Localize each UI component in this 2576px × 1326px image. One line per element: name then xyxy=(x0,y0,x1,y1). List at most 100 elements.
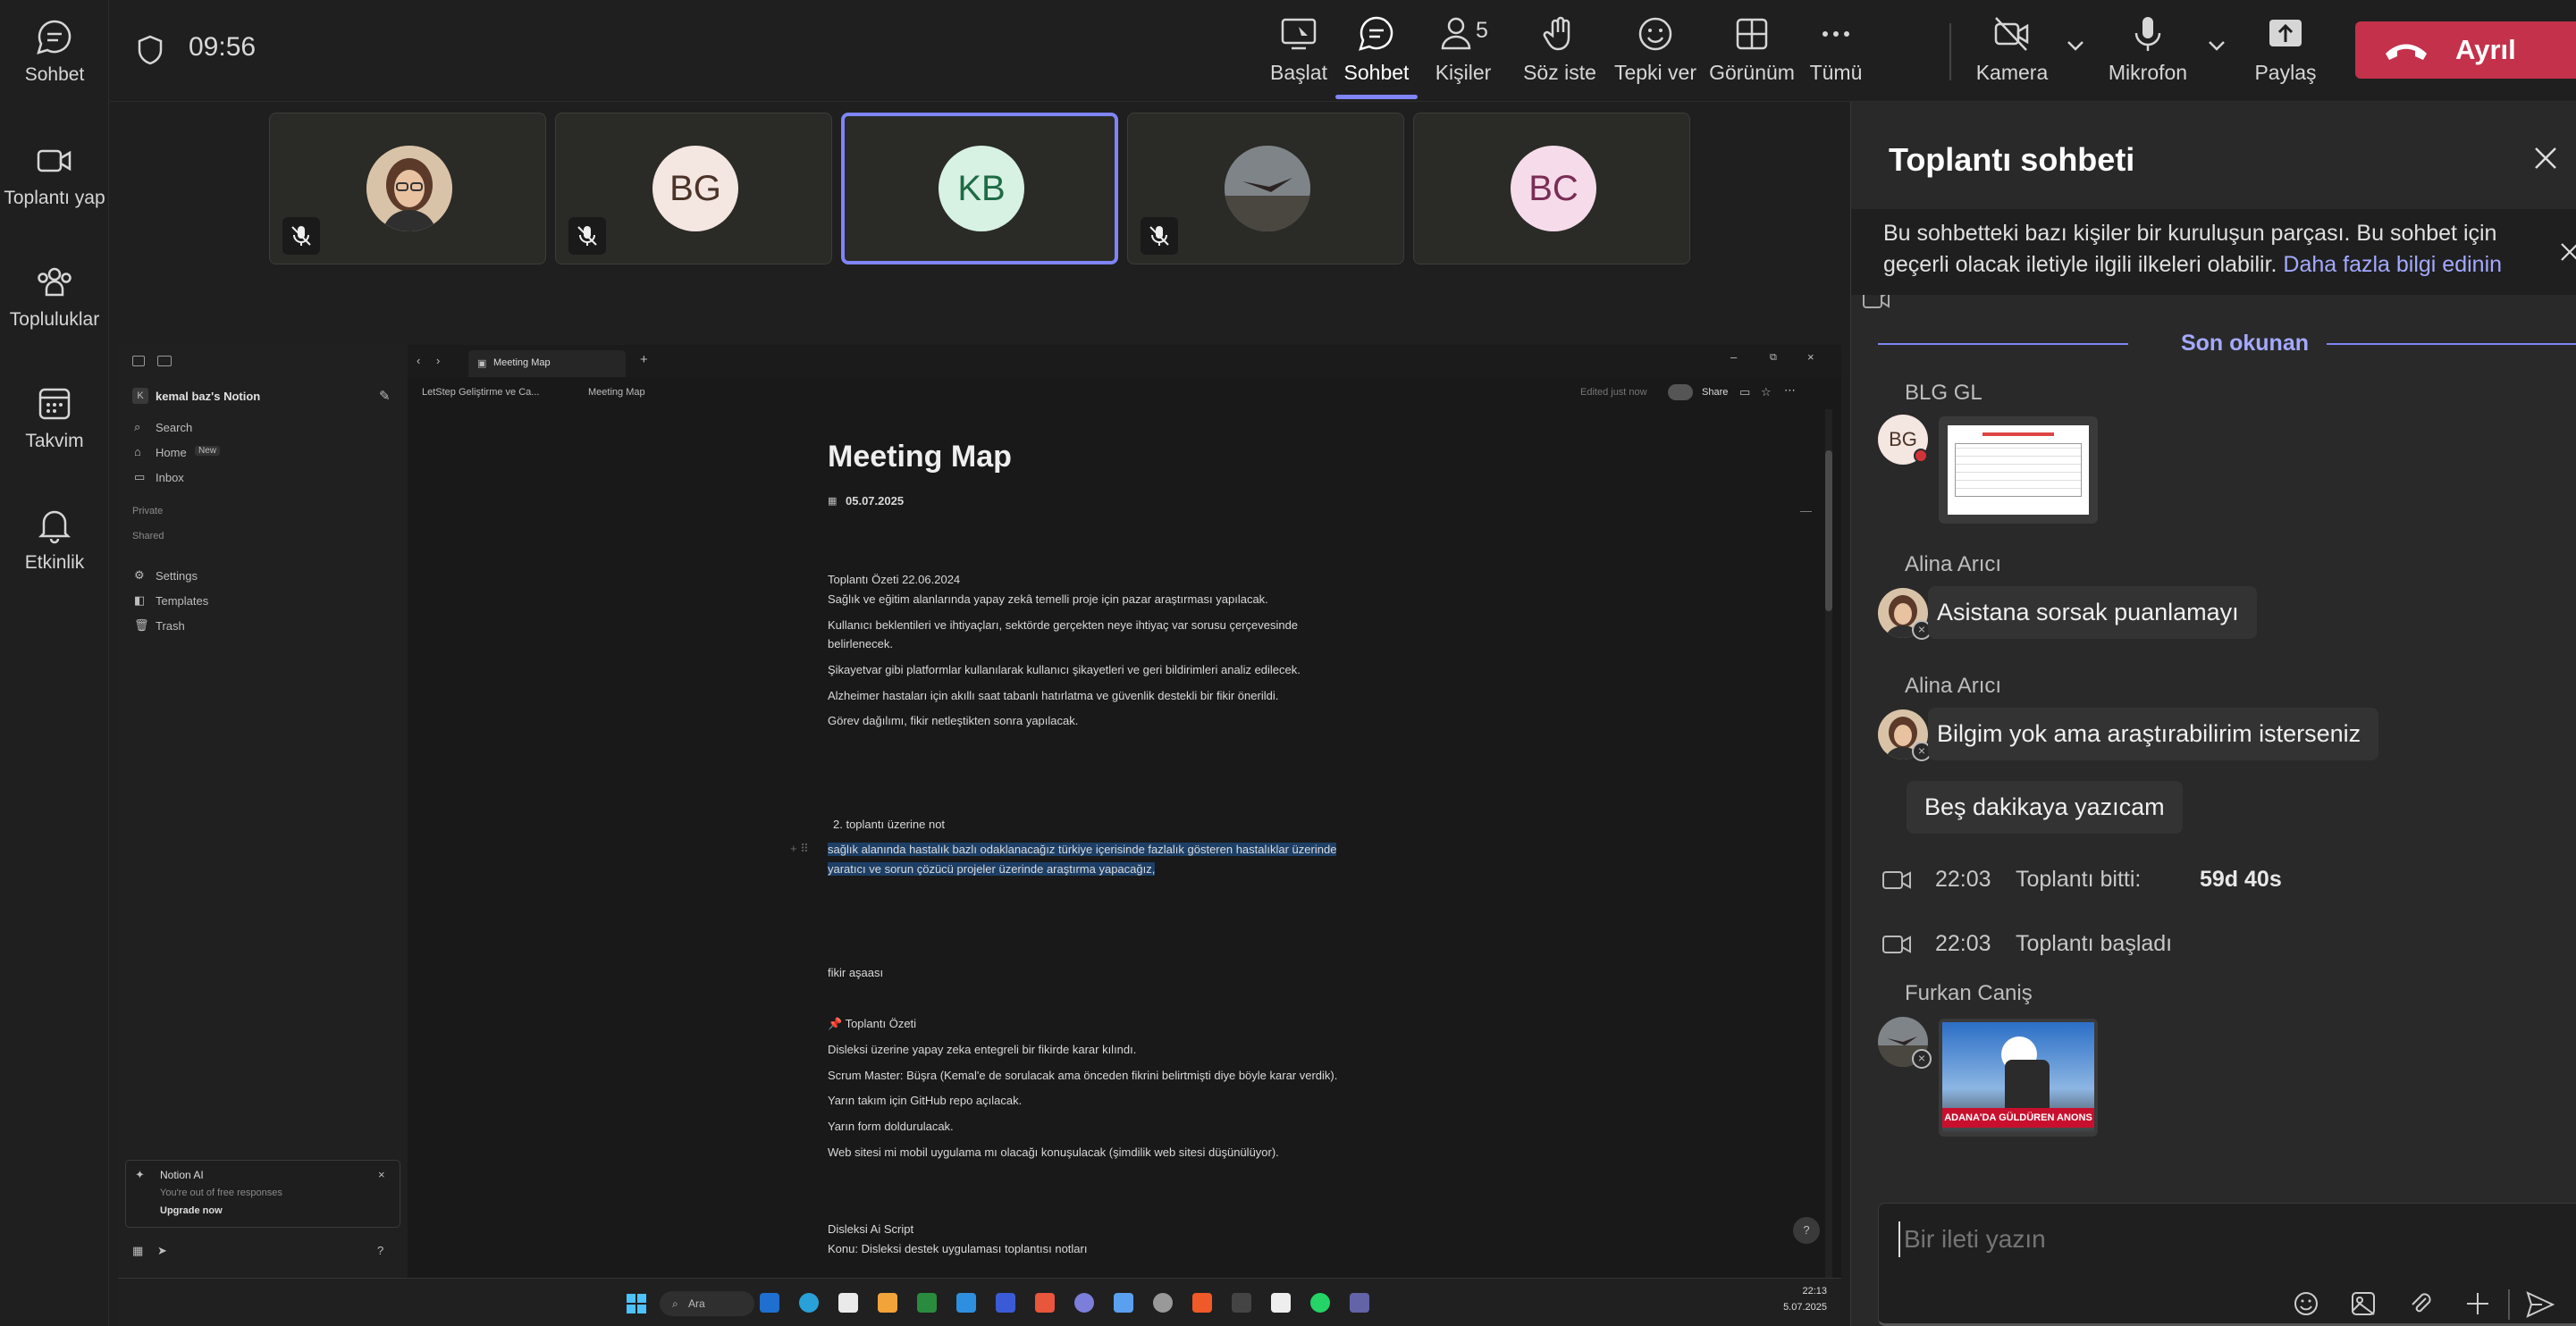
message-bubble[interactable]: Beş dakikaya yazıcam xyxy=(1907,781,2183,834)
participant-tile[interactable] xyxy=(269,113,546,264)
comment-icon[interactable]: ▭ xyxy=(1739,385,1750,399)
highlighted-text[interactable]: yaratıcı ve sorun çözücü projeler üzerin… xyxy=(828,862,1156,876)
learn-more-link[interactable]: Daha fazla bilgi edinin xyxy=(2283,252,2502,277)
windows-start-icon[interactable] xyxy=(626,1293,647,1314)
participant-tile[interactable]: BC xyxy=(1413,113,1690,264)
taskbar-search[interactable]: ⌕ Ara xyxy=(660,1291,754,1316)
upgrade-link[interactable]: Upgrade now xyxy=(160,1205,223,1216)
summary-heading[interactable]: 📌 Toplantı Özeti xyxy=(828,1017,916,1031)
raise-hand-button[interactable]: Söz iste xyxy=(1513,14,1606,85)
summary-line[interactable]: Yarın takım için GitHub repo açılacak. xyxy=(828,1094,1022,1107)
rail-activity[interactable]: Etkinlik xyxy=(0,506,109,574)
brave-icon[interactable] xyxy=(1192,1293,1212,1313)
plus-icon[interactable] xyxy=(2463,1289,2492,1318)
breadcrumb-page[interactable]: Meeting Map xyxy=(588,387,645,398)
sidebar-settings[interactable]: Settings xyxy=(156,569,198,583)
message-input[interactable] xyxy=(1898,1221,2542,1257)
camera-button[interactable]: Kamera xyxy=(1967,14,2057,85)
new-tab-icon[interactable]: + xyxy=(640,352,648,367)
chevron-down-icon[interactable] xyxy=(2207,39,2227,52)
sidebar-templates[interactable]: Templates xyxy=(156,594,208,608)
help-icon[interactable]: ? xyxy=(377,1244,383,1257)
rail-meet[interactable]: Toplantı yap xyxy=(0,141,109,209)
highlighted-text[interactable]: sağlık alanında hastalık bazlı odaklanac… xyxy=(828,843,1337,856)
summary-line[interactable]: Disleksi üzerine yapay zeka entegreli bi… xyxy=(828,1043,1136,1056)
script-subtitle[interactable]: Konu: Disleksi destek uygulaması toplant… xyxy=(828,1242,1087,1255)
app-icon[interactable] xyxy=(1035,1293,1055,1313)
send-icon[interactable] xyxy=(2524,1289,2555,1320)
participant-tile[interactable] xyxy=(1127,113,1404,264)
rail-communities[interactable]: Topluluklar xyxy=(0,263,109,331)
emoji-icon[interactable] xyxy=(2292,1289,2320,1318)
chevron-down-icon[interactable] xyxy=(2066,39,2085,52)
numbered-item[interactable]: 2. toplantı üzerine not xyxy=(833,818,945,831)
note-line[interactable]: Görev dağılımı, fikir netleştikten sonra… xyxy=(828,714,1078,727)
tiktok-icon[interactable] xyxy=(838,1293,858,1313)
image-upload-icon[interactable] xyxy=(2349,1289,2378,1318)
app-icon[interactable] xyxy=(1114,1293,1133,1313)
sidebar-inbox[interactable]: Inbox xyxy=(156,471,184,484)
view-button[interactable]: Görünüm xyxy=(1703,14,1801,85)
app-icon[interactable] xyxy=(1153,1293,1173,1313)
outlook-icon[interactable] xyxy=(760,1293,779,1313)
script-heading[interactable]: Disleksi Ai Script xyxy=(828,1222,913,1236)
message-compose-box[interactable] xyxy=(1878,1203,2576,1326)
maximize-icon[interactable]: ⧉ xyxy=(1770,352,1777,364)
forward-icon[interactable]: › xyxy=(436,354,440,367)
back-icon[interactable]: ‹ xyxy=(417,354,420,367)
workspace-name[interactable]: kemal baz's Notion xyxy=(156,390,260,403)
chat-toggle-button[interactable]: Sohbet xyxy=(1330,14,1423,85)
sidebar-trash[interactable]: Trash xyxy=(156,619,185,633)
note-line[interactable]: Şikayetvar gibi platformlar kullanılarak… xyxy=(828,663,1301,676)
microphone-button[interactable]: Mikrofon xyxy=(2096,14,2200,85)
terminal-icon[interactable] xyxy=(1232,1293,1251,1313)
notion-icon[interactable] xyxy=(1271,1293,1291,1313)
rail-calendar[interactable]: Takvim xyxy=(0,384,109,452)
more-dots-icon[interactable]: ⋯ xyxy=(1784,383,1796,398)
close-icon[interactable] xyxy=(2532,145,2559,172)
breadcrumb-parent[interactable]: LetStep Geliştirme ve Ca... xyxy=(422,387,539,398)
participant-tile[interactable]: BG xyxy=(555,113,832,264)
vscode-icon[interactable] xyxy=(956,1293,976,1313)
leave-button[interactable]: Ayrıl xyxy=(2355,21,2576,79)
note-line[interactable]: Alzheimer hastaları için akıllı saat tab… xyxy=(828,689,1278,702)
summary-line[interactable]: Web sitesi mi mobil uygulama mı olacağı … xyxy=(828,1146,1279,1159)
send-small-icon[interactable]: ➤ xyxy=(157,1244,167,1258)
message-bubble[interactable]: Bilgim yok ama araştırabilirim isterseni… xyxy=(1928,708,2379,760)
message-bubble[interactable]: Asistana sorsak puanlamayı xyxy=(1928,586,2257,639)
participant-tile-speaking[interactable]: KB xyxy=(841,113,1118,264)
sidebar-toggle-icon[interactable] xyxy=(157,356,172,366)
sidebar-search[interactable]: Search xyxy=(156,421,192,434)
calendar-small-icon[interactable]: ▦ xyxy=(132,1244,143,1258)
star-icon[interactable]: ☆ xyxy=(1761,385,1772,399)
video-attachment[interactable]: ADANA'DA GÜLDÜREN ANONS xyxy=(1939,1019,2098,1137)
more-button[interactable]: Tümü xyxy=(1796,14,1876,85)
whatsapp-icon[interactable] xyxy=(1310,1293,1330,1313)
react-button[interactable]: Tepki ver xyxy=(1606,14,1705,85)
page-title[interactable]: Meeting Map xyxy=(828,440,1012,474)
app-icon[interactable] xyxy=(917,1293,937,1313)
telegram-icon[interactable] xyxy=(799,1293,819,1313)
teams-icon[interactable] xyxy=(1350,1293,1369,1313)
note-line[interactable]: Toplantı Özeti 22.06.2024 xyxy=(828,573,960,586)
sidebar-home[interactable]: Home xyxy=(156,446,187,459)
minimize-icon[interactable]: – xyxy=(1730,350,1737,364)
summary-line[interactable]: Yarın form doldurulacak. xyxy=(828,1120,954,1133)
summary-line[interactable]: Scrum Master: Büşra (Kemal'e de sorulaca… xyxy=(828,1069,1337,1082)
app-icon[interactable] xyxy=(1074,1293,1094,1313)
tab-meeting-map[interactable]: ▣ Meeting Map xyxy=(468,350,626,377)
help-bubble-icon[interactable]: ? xyxy=(1793,1217,1820,1244)
file-explorer-icon[interactable] xyxy=(878,1293,897,1313)
image-attachment[interactable] xyxy=(1939,416,2098,524)
drag-handle-icon[interactable]: + ⠿ xyxy=(790,842,809,856)
window-close-icon[interactable]: × xyxy=(1807,350,1814,364)
share-screen-button[interactable]: Paylaş xyxy=(2241,14,2330,85)
note-line[interactable]: belirlenecek. xyxy=(828,637,893,650)
notion-share-button[interactable]: Share xyxy=(1702,387,1728,398)
rail-chat[interactable]: Sohbet xyxy=(0,18,109,86)
close-icon[interactable]: × xyxy=(378,1168,385,1181)
note-line[interactable]: Kullanıcı beklentileri ve ihtiyaçları, s… xyxy=(828,618,1298,632)
note-line[interactable]: Sağlık ve eğitim alanlarında yapay zekâ … xyxy=(828,592,1268,606)
new-page-icon[interactable]: ✎ xyxy=(379,388,391,404)
attach-icon[interactable] xyxy=(2406,1289,2435,1318)
